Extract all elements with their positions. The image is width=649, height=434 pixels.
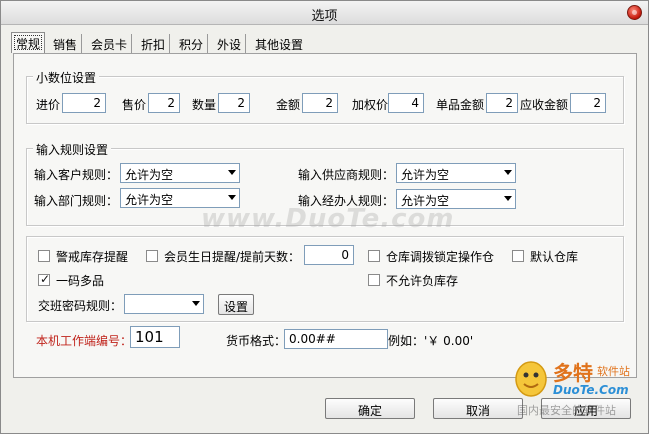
duote-logo: 多特 软件站 DuoTe.Com 国内最安全的软件站: [509, 351, 649, 431]
terminal-number-label: 本机工作端编号：: [36, 334, 133, 348]
supplier-rule-select[interactable]: 允许为空: [396, 163, 516, 183]
sale-price-label: 售价: [122, 98, 147, 112]
receivable-amount-decimals-input[interactable]: 2: [570, 93, 606, 113]
logo-tag: 软件站: [597, 365, 630, 378]
logo-slogan: 国内最安全的软件站: [517, 404, 616, 417]
multi-barcode-label: 一码多品: [56, 274, 105, 288]
currency-format-label: 货币格式：: [226, 334, 287, 348]
window-title: 选项: [311, 9, 338, 24]
weighted-price-decimals-input[interactable]: 4: [388, 93, 424, 113]
mascot-icon: [515, 361, 547, 397]
customer-rule-select[interactable]: 允许为空: [120, 163, 240, 183]
quantity-decimals-input[interactable]: 2: [218, 93, 250, 113]
tab-membership-card[interactable]: 会员卡: [87, 34, 133, 53]
chevron-down-icon: [504, 170, 512, 175]
shift-password-label: 交班密码规则：: [38, 299, 123, 313]
quantity-label: 数量: [192, 98, 217, 112]
lock-transfer-label: 仓库调拨锁定操作仓: [386, 250, 495, 264]
tab-points[interactable]: 积分: [175, 34, 209, 53]
chevron-down-icon: [192, 301, 200, 306]
supplier-rule-value: 允许为空: [401, 168, 450, 182]
options-dialog: 选项 常规 销售 会员卡 折扣 积分 外设 其他设置 小数位设置 进价 2 售价…: [0, 0, 649, 434]
purchase-price-label: 进价: [36, 98, 61, 112]
tab-discount[interactable]: 折扣: [137, 34, 171, 53]
customer-rule-value: 允许为空: [125, 168, 174, 182]
logo-url: DuoTe.Com: [553, 383, 629, 397]
default-warehouse-label: 默认仓库: [530, 250, 579, 264]
item-amount-decimals-input[interactable]: 2: [486, 93, 518, 113]
birthday-reminder-label: 会员生日提醒/提前天数：: [164, 250, 301, 264]
default-warehouse-checkbox[interactable]: [512, 250, 524, 262]
receivable-amount-label: 应收金额: [520, 98, 569, 112]
department-rule-value: 允许为空: [125, 193, 174, 207]
decimal-settings-title: 小数位设置: [33, 69, 100, 86]
shift-password-setup-button[interactable]: 设置: [218, 294, 254, 315]
watermark-text: www.DuoTe.com: [201, 204, 455, 234]
title-bar: 选项: [1, 1, 648, 25]
chevron-down-icon: [504, 196, 512, 201]
stock-alert-label: 警戒库存提醒: [56, 250, 129, 264]
tab-other-settings[interactable]: 其他设置: [251, 34, 307, 53]
birthday-days-input[interactable]: 0: [304, 245, 354, 265]
close-icon[interactable]: [627, 5, 642, 20]
purchase-price-decimals-input[interactable]: 2: [62, 93, 106, 113]
lock-transfer-checkbox[interactable]: [368, 250, 380, 262]
birthday-reminder-checkbox[interactable]: [146, 250, 158, 262]
ok-button[interactable]: 确定: [325, 398, 415, 419]
tab-sales[interactable]: 销售: [49, 34, 83, 53]
stock-alert-checkbox[interactable]: [38, 250, 50, 262]
customer-rule-label: 输入客户规则：: [34, 168, 119, 182]
sale-price-decimals-input[interactable]: 2: [148, 93, 180, 113]
chevron-down-icon: [228, 195, 236, 200]
no-negative-stock-checkbox[interactable]: [368, 274, 380, 286]
input-rules-title: 输入规则设置: [33, 141, 112, 158]
terminal-number-input[interactable]: 101: [130, 326, 180, 348]
shift-password-select[interactable]: [124, 294, 204, 314]
currency-example-text: 例如：'￥ 0.00': [388, 334, 474, 348]
tab-general[interactable]: 常规: [11, 32, 46, 53]
logo-brand: 多特: [553, 361, 593, 385]
multi-barcode-checkbox[interactable]: [38, 272, 50, 286]
no-negative-stock-label: 不允许负库存: [386, 274, 459, 288]
tab-peripherals[interactable]: 外设: [213, 34, 247, 53]
chevron-down-icon: [228, 170, 236, 175]
currency-format-input[interactable]: 0.00##: [284, 329, 388, 349]
weighted-price-label: 加权价: [352, 98, 389, 112]
amount-decimals-input[interactable]: 2: [302, 93, 338, 113]
amount-label: 金额: [276, 98, 301, 112]
supplier-rule-label: 输入供应商规则：: [298, 168, 395, 182]
department-rule-label: 输入部门规则：: [34, 194, 119, 208]
item-amount-label: 单品金额: [436, 98, 485, 112]
